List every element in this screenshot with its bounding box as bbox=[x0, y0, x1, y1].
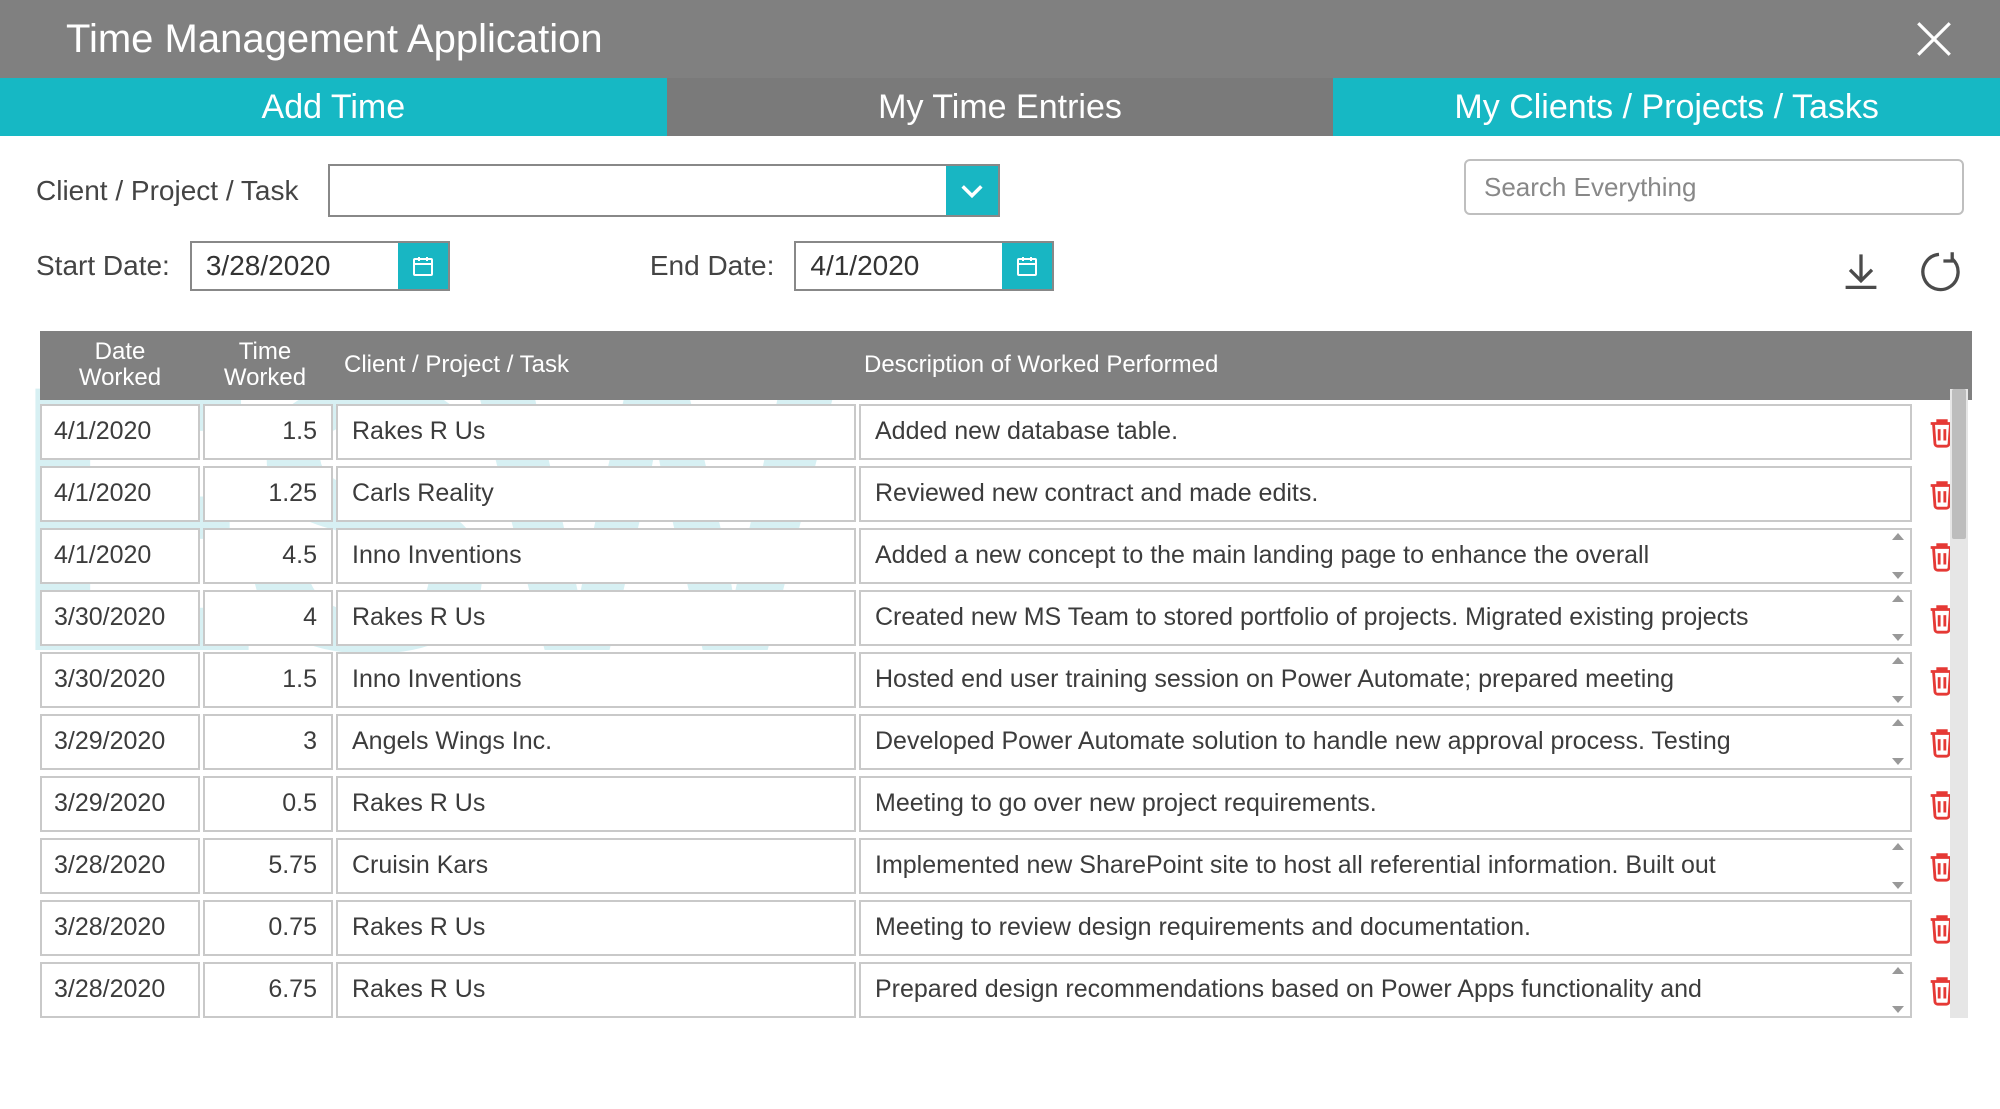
cell-scroll-indicator[interactable] bbox=[1889, 719, 1907, 765]
refresh-button[interactable] bbox=[1914, 247, 1964, 297]
table-row[interactable]: 3/28/20200.75Rakes R UsMeeting to review… bbox=[40, 900, 1972, 956]
end-date-value: 4/1/2020 bbox=[796, 243, 1002, 289]
cell-description[interactable]: Implemented new SharePoint site to host … bbox=[859, 838, 1912, 894]
app-title: Time Management Application bbox=[66, 17, 603, 62]
chevron-down-icon bbox=[958, 177, 986, 205]
header-date-worked: DateWorked bbox=[40, 331, 200, 400]
table-row[interactable]: 3/28/20206.75Rakes R UsPrepared design r… bbox=[40, 962, 1972, 1018]
table-row[interactable]: 3/29/20200.5Rakes R UsMeeting to go over… bbox=[40, 776, 1972, 832]
end-date-label: End Date: bbox=[650, 250, 775, 282]
cell-date-worked[interactable]: 4/1/2020 bbox=[40, 528, 200, 584]
cell-client-project-task[interactable]: Carls Reality bbox=[336, 466, 856, 522]
cell-time-worked[interactable]: 1.5 bbox=[203, 652, 333, 708]
cell-description[interactable]: Created new MS Team to stored portfolio … bbox=[859, 590, 1912, 646]
cell-scroll-indicator[interactable] bbox=[1889, 595, 1907, 641]
cell-description[interactable]: Added new database table. bbox=[859, 404, 1912, 460]
cell-client-project-task[interactable]: Rakes R Us bbox=[336, 900, 856, 956]
refresh-icon bbox=[1917, 250, 1961, 294]
cell-time-worked[interactable]: 4 bbox=[203, 590, 333, 646]
cell-description[interactable]: Meeting to go over new project requireme… bbox=[859, 776, 1912, 832]
cell-date-worked[interactable]: 3/29/2020 bbox=[40, 714, 200, 770]
cell-time-worked[interactable]: 5.75 bbox=[203, 838, 333, 894]
cell-time-worked[interactable]: 4.5 bbox=[203, 528, 333, 584]
cell-description[interactable]: Added a new concept to the main landing … bbox=[859, 528, 1912, 584]
cell-date-worked[interactable]: 3/28/2020 bbox=[40, 962, 200, 1018]
cell-date-worked[interactable]: 4/1/2020 bbox=[40, 466, 200, 522]
end-date-calendar-button[interactable] bbox=[1002, 243, 1052, 289]
start-date-value: 3/28/2020 bbox=[192, 243, 398, 289]
cell-client-project-task[interactable]: Inno Inventions bbox=[336, 652, 856, 708]
cell-date-worked[interactable]: 3/29/2020 bbox=[40, 776, 200, 832]
download-button[interactable] bbox=[1836, 247, 1886, 297]
calendar-icon bbox=[1015, 254, 1039, 278]
cell-client-project-task[interactable]: Rakes R Us bbox=[336, 776, 856, 832]
cell-description[interactable]: Reviewed new contract and made edits. bbox=[859, 466, 1912, 522]
cell-description[interactable]: Developed Power Automate solution to han… bbox=[859, 714, 1912, 770]
end-date-input[interactable]: 4/1/2020 bbox=[794, 241, 1054, 291]
cell-date-worked[interactable]: 3/28/2020 bbox=[40, 838, 200, 894]
tab-my-clients-projects-tasks[interactable]: My Clients / Projects / Tasks bbox=[1333, 78, 2000, 136]
cell-client-project-task[interactable]: Cruisin Kars bbox=[336, 838, 856, 894]
cpt-label: Client / Project / Task bbox=[36, 175, 298, 207]
nav-tabs: Add Time My Time Entries My Clients / Pr… bbox=[0, 78, 2000, 136]
cell-client-project-task[interactable]: Inno Inventions bbox=[336, 528, 856, 584]
cell-description[interactable]: Prepared design recommendations based on… bbox=[859, 962, 1912, 1018]
filters-panel: Client / Project / Task Start Date: 3/28… bbox=[0, 136, 2000, 301]
cpt-dropdown[interactable] bbox=[328, 164, 1000, 217]
start-date-calendar-button[interactable] bbox=[398, 243, 448, 289]
scrollbar-thumb[interactable] bbox=[1952, 389, 1966, 539]
cell-scroll-indicator[interactable] bbox=[1889, 843, 1907, 889]
header-client-project-task: Client / Project / Task bbox=[330, 331, 850, 400]
cell-scroll-indicator[interactable] bbox=[1889, 657, 1907, 703]
cell-time-worked[interactable]: 1.25 bbox=[203, 466, 333, 522]
table-header: DateWorked TimeWorked Client / Project /… bbox=[40, 331, 1972, 400]
table-row[interactable]: 4/1/20204.5Inno InventionsAdded a new co… bbox=[40, 528, 1972, 584]
cell-date-worked[interactable]: 4/1/2020 bbox=[40, 404, 200, 460]
action-buttons bbox=[1836, 247, 1964, 297]
header-time-worked: TimeWorked bbox=[200, 331, 330, 400]
cell-description[interactable]: Meeting to review design requirements an… bbox=[859, 900, 1912, 956]
table-row[interactable]: 3/29/20203Angels Wings Inc.Developed Pow… bbox=[40, 714, 1972, 770]
table-row[interactable]: 3/30/20204Rakes R UsCreated new MS Team … bbox=[40, 590, 1972, 646]
cell-scroll-indicator[interactable] bbox=[1889, 533, 1907, 579]
cpt-selected-value bbox=[330, 166, 946, 215]
title-bar: Time Management Application bbox=[0, 0, 2000, 78]
cell-client-project-task[interactable]: Angels Wings Inc. bbox=[336, 714, 856, 770]
start-date-label: Start Date: bbox=[36, 250, 170, 282]
download-icon bbox=[1839, 250, 1883, 294]
table-row[interactable]: 3/30/20201.5Inno InventionsHosted end us… bbox=[40, 652, 1972, 708]
cell-date-worked[interactable]: 3/30/2020 bbox=[40, 652, 200, 708]
tab-my-time-entries[interactable]: My Time Entries bbox=[667, 78, 1334, 136]
cell-client-project-task[interactable]: Rakes R Us bbox=[336, 590, 856, 646]
cell-time-worked[interactable]: 6.75 bbox=[203, 962, 333, 1018]
table-row[interactable]: 3/28/20205.75Cruisin KarsImplemented new… bbox=[40, 838, 1972, 894]
time-entries-grid: DateWorked TimeWorked Client / Project /… bbox=[40, 331, 1972, 1018]
table-row[interactable]: 4/1/20201.25Carls RealityReviewed new co… bbox=[40, 466, 1972, 522]
close-icon bbox=[1913, 18, 1955, 60]
cell-date-worked[interactable]: 3/28/2020 bbox=[40, 900, 200, 956]
tab-add-time[interactable]: Add Time bbox=[0, 78, 667, 136]
cell-date-worked[interactable]: 3/30/2020 bbox=[40, 590, 200, 646]
cell-time-worked[interactable]: 0.75 bbox=[203, 900, 333, 956]
table-row[interactable]: 4/1/20201.5Rakes R UsAdded new database … bbox=[40, 404, 1972, 460]
start-date-input[interactable]: 3/28/2020 bbox=[190, 241, 450, 291]
cell-description[interactable]: Hosted end user training session on Powe… bbox=[859, 652, 1912, 708]
close-button[interactable] bbox=[1908, 13, 1960, 65]
calendar-icon bbox=[411, 254, 435, 278]
cell-time-worked[interactable]: 3 bbox=[203, 714, 333, 770]
cell-client-project-task[interactable]: Rakes R Us bbox=[336, 962, 856, 1018]
cell-time-worked[interactable]: 0.5 bbox=[203, 776, 333, 832]
cell-scroll-indicator[interactable] bbox=[1889, 967, 1907, 1013]
cpt-dropdown-caret[interactable] bbox=[946, 166, 998, 215]
cell-time-worked[interactable]: 1.5 bbox=[203, 404, 333, 460]
vertical-scrollbar[interactable] bbox=[1950, 389, 1968, 1018]
cell-client-project-task[interactable]: Rakes R Us bbox=[336, 404, 856, 460]
header-description: Description of Worked Performed bbox=[850, 331, 1902, 400]
search-input[interactable] bbox=[1464, 159, 1964, 215]
